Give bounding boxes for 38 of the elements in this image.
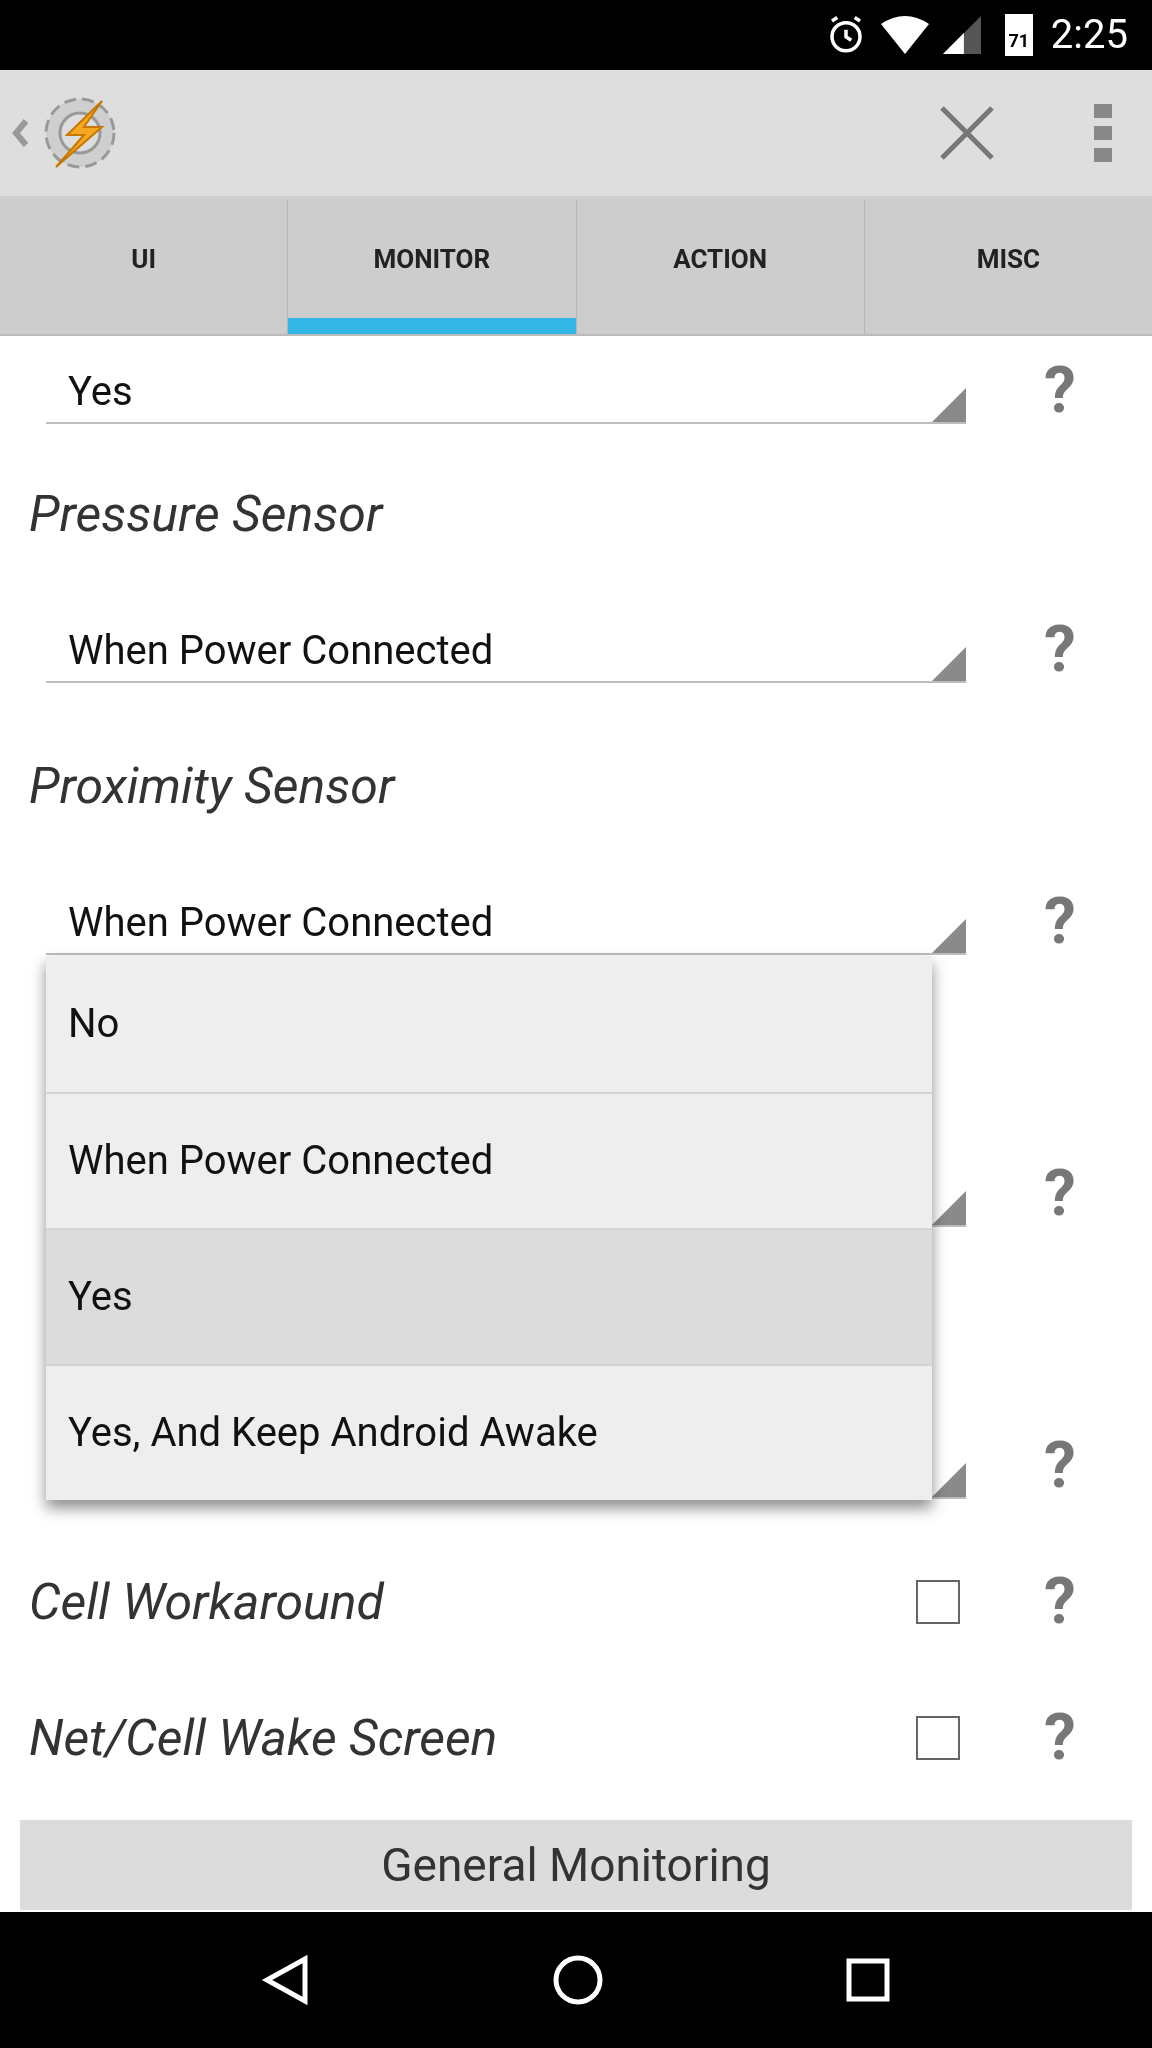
wifi-icon	[880, 16, 929, 54]
clock: 2:25	[1050, 15, 1128, 55]
battery-icon: 71	[1004, 14, 1033, 56]
dropdown-triangle-icon	[932, 647, 966, 681]
signal-icon	[942, 16, 981, 54]
menu-item[interactable]: No	[46, 956, 932, 1092]
help-icon[interactable]: ?	[1030, 359, 1090, 423]
help-icon[interactable]: ?	[1030, 1434, 1090, 1498]
dropdown-triangle-icon	[932, 1191, 966, 1225]
dropdown-triangle-icon	[932, 388, 966, 422]
section-button[interactable]: General Monitoring	[20, 1820, 1132, 1910]
close-icon[interactable]	[940, 106, 994, 160]
setting-label: Cell Workaround	[29, 1571, 384, 1633]
dropdown-triangle-icon	[932, 919, 966, 953]
setting-label: Pressure Sensor	[29, 483, 383, 545]
dropdown-field[interactable]: Yes	[46, 358, 966, 424]
menu-item[interactable]: Yes, And Keep Android Awake	[46, 1364, 932, 1500]
home-icon[interactable]	[552, 1954, 604, 2006]
tab[interactable]: MISC	[864, 200, 1152, 334]
overflow-menu-icon[interactable]	[1094, 104, 1112, 162]
checkbox[interactable]	[916, 1716, 960, 1760]
help-icon[interactable]: ?	[1030, 1706, 1090, 1770]
setting-label: Net/Cell Wake Screen	[29, 1707, 498, 1769]
dropdown-triangle-icon	[932, 1463, 966, 1497]
dropdown-field[interactable]: When Power Connected	[46, 617, 966, 683]
menu-item[interactable]: Yes	[46, 1228, 932, 1364]
help-icon[interactable]: ?	[1030, 1570, 1090, 1634]
checkbox[interactable]	[916, 1580, 960, 1624]
setting-label: Proximity Sensor	[29, 755, 395, 817]
tab[interactable]: ACTION	[576, 200, 864, 334]
back-icon[interactable]	[260, 1955, 311, 2005]
recent-apps-icon[interactable]	[845, 1957, 892, 2003]
tab[interactable]: UI	[0, 200, 288, 334]
help-icon[interactable]: ?	[1030, 1162, 1090, 1226]
tab[interactable]: MONITOR	[288, 200, 576, 334]
menu-item[interactable]: When Power Connected	[46, 1092, 932, 1228]
help-icon[interactable]: ?	[1030, 890, 1090, 954]
help-icon[interactable]: ?	[1030, 618, 1090, 682]
